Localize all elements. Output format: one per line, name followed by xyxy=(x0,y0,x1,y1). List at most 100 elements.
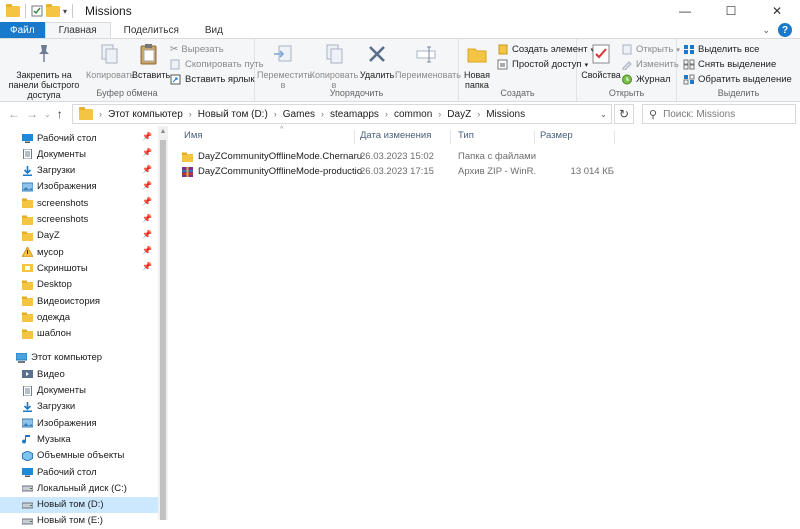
address-bar[interactable]: › Этот компьютер › Новый том (D:) › Games › st… xyxy=(72,104,612,124)
chevron-right-icon[interactable]: › xyxy=(475,109,482,119)
nav-item-quick-access[interactable]: Видеоистория xyxy=(0,293,158,309)
help-icon[interactable]: ? xyxy=(778,23,792,37)
new-folder-button[interactable]: Новая папка xyxy=(461,42,493,90)
nav-item-quick-access[interactable]: screenshots 📌 xyxy=(0,195,158,211)
chevron-right-icon[interactable]: › xyxy=(383,109,390,119)
easy-access-button[interactable]: Простой доступ ▾ xyxy=(497,58,588,71)
forward-arrow-icon[interactable]: → xyxy=(26,107,38,121)
nav-item-quick-access[interactable]: screenshots 📌 xyxy=(0,212,158,228)
organize-group: Переместить в Копировать в Удалить Переи… xyxy=(255,39,461,101)
chevron-right-icon[interactable]: › xyxy=(319,109,326,119)
nav-item-this-pc-child[interactable]: Изображения xyxy=(0,415,158,431)
nav-item-this-pc-child[interactable]: Музыка xyxy=(0,431,158,447)
tab-home[interactable]: Главная xyxy=(44,22,111,38)
maximize-button[interactable]: ☐ xyxy=(708,0,754,22)
nav-item-this-pc-child[interactable]: Рабочий стол xyxy=(0,464,158,480)
pin-icon[interactable]: 📌 xyxy=(142,181,152,190)
sort-indicator-icon: ^ xyxy=(280,126,284,133)
nav-item-this-pc-child[interactable]: Видео xyxy=(0,366,158,382)
column-divider[interactable] xyxy=(450,130,451,144)
delete-button[interactable]: Удалить xyxy=(359,42,395,80)
pin-icon[interactable]: 📌 xyxy=(142,246,152,255)
column-header-date[interactable]: Дата изменения xyxy=(360,130,431,144)
nav-item-this-pc-child[interactable]: Документы xyxy=(0,383,158,399)
edit-button[interactable]: Изменить xyxy=(621,58,679,71)
nav-item-this-pc-child[interactable]: Новый том (D:) xyxy=(0,496,158,513)
properties-button[interactable]: Свойства xyxy=(581,42,621,80)
nav-item-quick-access[interactable]: DayZ 📌 xyxy=(0,228,158,244)
copy-button[interactable]: Копировать xyxy=(86,42,134,80)
nav-item-quick-access[interactable]: Документы 📌 xyxy=(0,146,158,162)
select-none-button[interactable]: Снять выделение xyxy=(683,58,776,71)
nav-item-quick-access[interactable]: Скриншоты 📌 xyxy=(0,260,158,276)
collapse-ribbon-icon[interactable]: ⌄ xyxy=(762,25,770,36)
column-header-type[interactable]: Тип xyxy=(458,130,474,144)
nav-item-quick-access[interactable]: Desktop xyxy=(0,277,158,293)
new-folder-icon[interactable] xyxy=(46,3,60,17)
pin-icon[interactable]: 📌 xyxy=(142,214,152,223)
file-row[interactable]: DayZCommunityOfflineMode.Chernarus... 26.… xyxy=(182,150,792,165)
column-header-name[interactable]: ^ Имя xyxy=(184,126,283,144)
column-divider[interactable] xyxy=(614,130,615,144)
back-arrow-icon[interactable]: ← xyxy=(8,107,20,121)
nav-item-quick-access[interactable]: шаблон xyxy=(0,326,158,342)
address-history-chevron-icon[interactable]: ⌄ xyxy=(595,110,611,119)
nav-item-this-pc-child[interactable]: Локальный диск (C:) xyxy=(0,480,158,496)
breadcrumb-item[interactable]: Этот компьютер xyxy=(104,109,187,120)
rename-button[interactable]: Переименовать xyxy=(395,42,461,80)
pin-icon[interactable]: 📌 xyxy=(142,230,152,239)
pin-icon[interactable]: 📌 xyxy=(142,197,152,206)
paste-shortcut-button[interactable]: Вставить ярлык xyxy=(170,73,255,86)
breadcrumb-item[interactable]: steamapps xyxy=(326,109,383,120)
breadcrumb-item[interactable]: DayZ xyxy=(443,109,475,120)
column-divider[interactable] xyxy=(534,130,535,144)
breadcrumb-item[interactable]: Games xyxy=(279,109,319,120)
customize-toolbar-icon[interactable]: ▾ xyxy=(63,7,67,16)
move-to-button[interactable]: Переместить в xyxy=(257,42,312,90)
up-arrow-icon[interactable]: ↑ xyxy=(57,107,63,121)
pin-icon[interactable]: 📌 xyxy=(142,148,152,157)
chevron-right-icon[interactable]: › xyxy=(272,109,279,119)
nav-scrollbar[interactable]: ▲ xyxy=(158,126,168,520)
chevron-right-icon[interactable]: › xyxy=(97,109,104,119)
minimize-button[interactable]: — xyxy=(662,0,708,22)
copy-to-button[interactable]: Копировать в xyxy=(309,42,359,90)
tab-file[interactable]: Файл xyxy=(0,22,45,38)
breadcrumb-item[interactable]: common xyxy=(390,109,436,120)
breadcrumb-item[interactable]: Missions xyxy=(482,109,529,120)
nav-item-this-pc-child[interactable]: Новый том (E:) xyxy=(0,513,158,529)
breadcrumb-item[interactable]: Новый том (D:) xyxy=(194,109,272,120)
scroll-up-icon[interactable]: ▲ xyxy=(158,126,168,138)
paste-button[interactable]: Вставить xyxy=(132,42,170,80)
properties-checkbox-icon[interactable] xyxy=(31,5,43,17)
nav-item-this-pc[interactable]: Этот компьютер xyxy=(0,350,158,366)
history-button[interactable]: Журнал xyxy=(621,73,671,86)
scroll-thumb[interactable] xyxy=(160,140,166,520)
refresh-button[interactable]: ↻ xyxy=(614,104,634,124)
column-header-size[interactable]: Размер xyxy=(540,130,573,144)
nav-item-this-pc-child[interactable]: Объемные объекты xyxy=(0,448,158,464)
nav-item-quick-access[interactable]: Изображения 📌 xyxy=(0,179,158,195)
tab-share[interactable]: Поделиться xyxy=(111,22,192,38)
tab-view[interactable]: Вид xyxy=(192,22,236,38)
select-all-button[interactable]: Выделить все xyxy=(683,43,759,56)
nav-item-quick-access[interactable]: Рабочий стол 📌 xyxy=(0,130,158,146)
pin-icon[interactable]: 📌 xyxy=(142,262,152,271)
copy-path-button[interactable]: Скопировать путь xyxy=(170,58,264,71)
nav-item-this-pc-child[interactable]: Загрузки xyxy=(0,399,158,415)
pin-icon[interactable]: 📌 xyxy=(142,165,152,174)
invert-selection-button[interactable]: Обратить выделение xyxy=(683,73,792,86)
file-row[interactable]: DayZCommunityOfflineMode-production 26.03… xyxy=(182,165,792,180)
pin-icon[interactable]: 📌 xyxy=(142,132,152,141)
nav-item-quick-access[interactable]: одежда xyxy=(0,309,158,325)
chevron-right-icon[interactable]: › xyxy=(436,109,443,119)
recent-locations-chevron-icon[interactable]: ⌄ xyxy=(44,110,51,119)
close-button[interactable]: ✕ xyxy=(754,0,800,22)
nav-item-quick-access[interactable]: мусор 📌 xyxy=(0,244,158,260)
cut-button[interactable]: ✂ Вырезать xyxy=(170,43,224,56)
search-input[interactable]: ⚲ Поиск: Missions xyxy=(642,104,796,124)
open-button[interactable]: Открыть ▾ xyxy=(621,43,680,56)
column-divider[interactable] xyxy=(354,130,355,144)
nav-item-quick-access[interactable]: Загрузки 📌 xyxy=(0,163,158,179)
chevron-right-icon[interactable]: › xyxy=(187,109,194,119)
